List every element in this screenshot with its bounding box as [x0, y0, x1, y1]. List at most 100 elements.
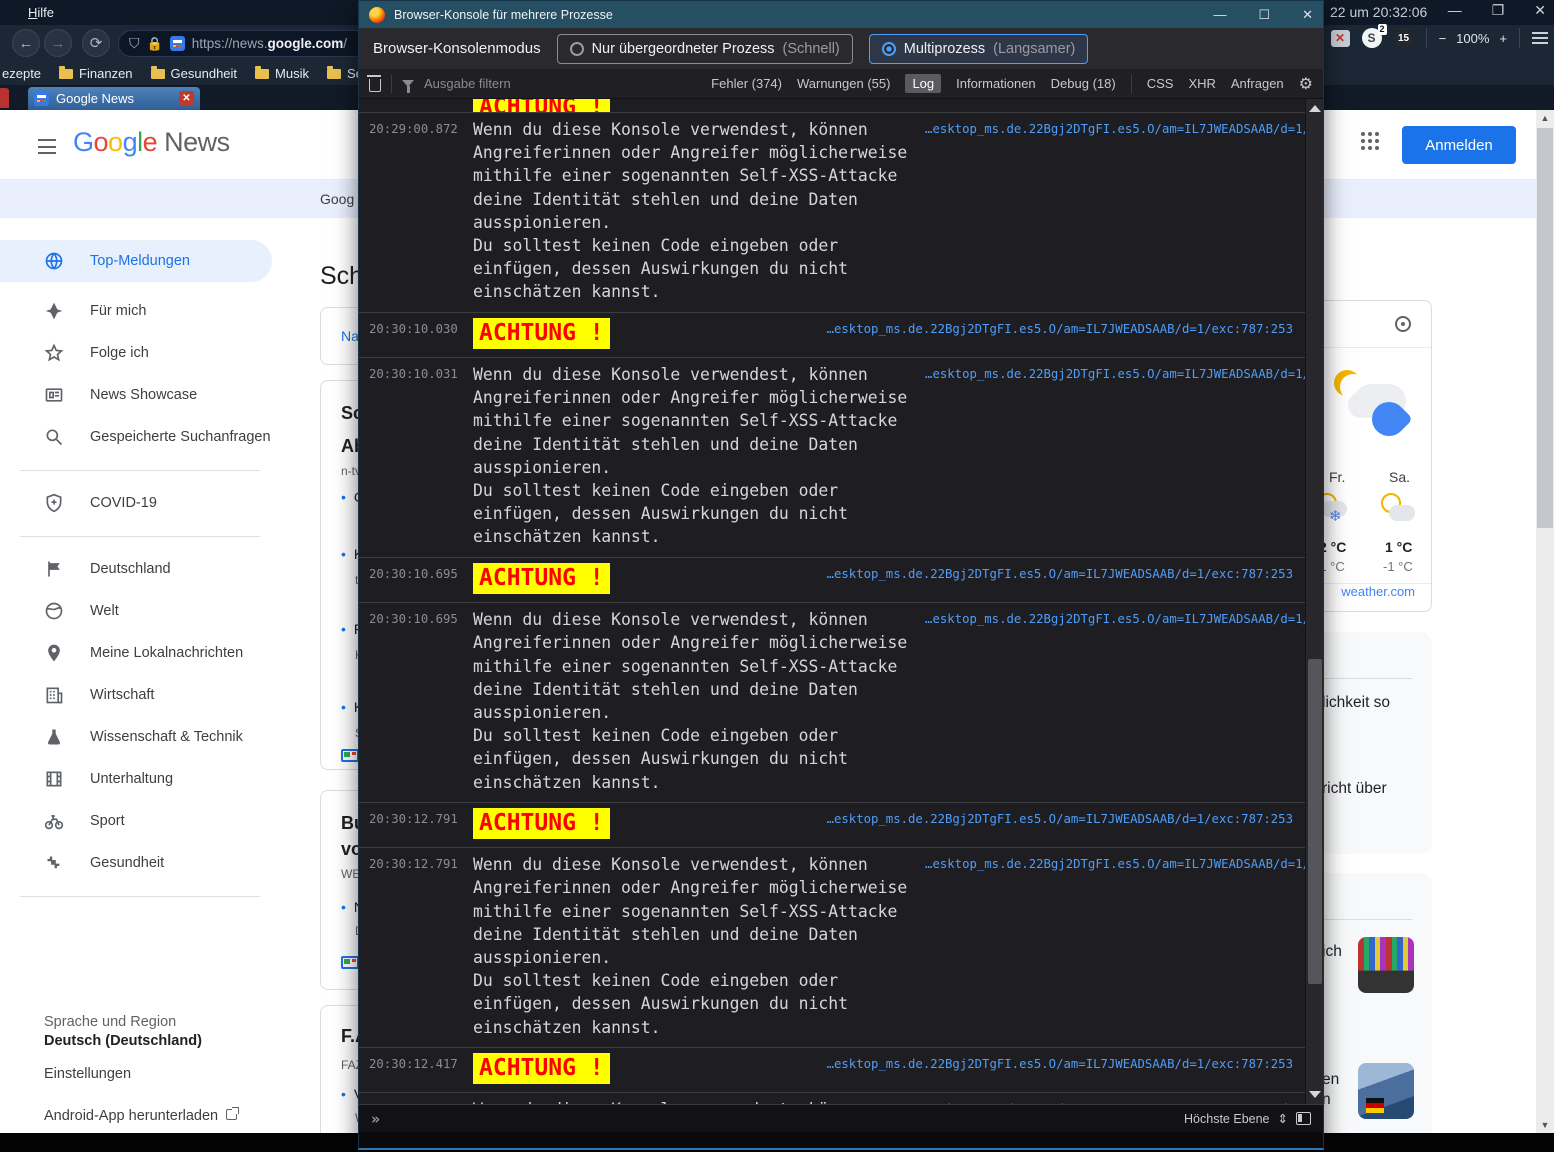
filter-errors[interactable]: Fehler (374) — [711, 76, 782, 91]
sidebar-item-android-app[interactable]: Android-App herunterladen — [44, 1107, 240, 1124]
url-bar[interactable]: ⛉ 🔒 https://news.google.com/ — [118, 30, 388, 57]
sidebar-item-wirtschaft[interactable]: Wirtschaft — [0, 674, 272, 716]
google-news-logo[interactable]: Google News — [73, 127, 230, 158]
scroll-up-icon[interactable]: ▲ — [1536, 110, 1554, 126]
radio-multiprocess[interactable]: Multiprozess (Langsamer) — [868, 33, 1089, 64]
zoom-in-button[interactable]: + — [1499, 31, 1507, 46]
tab-close-icon[interactable]: ✕ — [179, 91, 194, 106]
extension-x-icon[interactable]: ✕ — [1330, 29, 1350, 47]
context-selector[interactable]: Höchste Ebene — [1184, 1112, 1269, 1126]
maximize-icon[interactable]: ☐ — [1258, 7, 1270, 23]
location-icon[interactable] — [1395, 316, 1411, 332]
clear-console-icon[interactable] — [367, 74, 381, 92]
card-link-fragment[interactable]: Na — [341, 328, 359, 344]
weather-source-link[interactable]: weather.com — [1341, 584, 1415, 599]
split-pane-icon[interactable] — [1296, 1112, 1311, 1125]
headline-fragment[interactable]: en — [1322, 1071, 1339, 1089]
source-link[interactable]: …esktop_ms.de.22Bgj2DTgFI.es5.O/am=IL7JW… — [827, 563, 1293, 594]
console-titlebar[interactable]: Browser-Konsole für mehrere Prozesse — ☐… — [359, 1, 1323, 28]
sidebar-item-deutschland[interactable]: Deutschland — [0, 548, 272, 590]
sidebar-item-gesundheit[interactable]: Gesundheit — [0, 842, 272, 884]
console-log[interactable]: ACHTUNG ! 20:29:00.872 Wenn du diese Kon… — [359, 99, 1323, 1104]
filter-log[interactable]: Log — [905, 74, 942, 93]
filter-input[interactable]: Ausgabe filtern — [424, 76, 511, 91]
close-icon[interactable]: ✕ — [1302, 7, 1313, 23]
back-icon[interactable]: ← — [12, 29, 40, 57]
article-thumbnail[interactable] — [1358, 937, 1414, 993]
scroll-down-icon[interactable] — [1309, 1091, 1321, 1098]
bookmark-folder[interactable]: Gesundheit — [150, 65, 237, 81]
source-link[interactable]: …esktop_ms.de.22Bgj2DTgFI.es5.O/am=IL7JW… — [925, 1098, 1323, 1104]
close-icon[interactable]: ✕ — [1534, 2, 1546, 19]
log-row-warning[interactable]: 20:30:10.695 ACHTUNG ! …esktop_ms.de.22B… — [359, 556, 1323, 602]
source-link[interactable]: …esktop_ms.de.22Bgj2DTgFI.es5.O/am=IL7JW… — [925, 363, 1323, 549]
partial-tab-close[interactable] — [0, 88, 9, 108]
zoom-level[interactable]: 100% — [1456, 31, 1489, 46]
log-row-warning[interactable]: 20:30:12.417 ACHTUNG ! …esktop_ms.de.22B… — [359, 1046, 1323, 1092]
sidebar-item-einstellungen[interactable]: Einstellungen — [44, 1066, 131, 1082]
tab-google-news[interactable]: Google News ✕ — [28, 87, 200, 110]
menu-help[interactable]: HHilfeilfe — [18, 5, 64, 20]
sidebar-item-sport[interactable]: Sport — [0, 800, 272, 842]
bookmark-folder[interactable]: Musik — [255, 65, 309, 81]
source-link[interactable]: …esktop_ms.de.22Bgj2DTgFI.es5.O/am=IL7JW… — [827, 808, 1293, 839]
sidebar-item-wissenschaft-technik[interactable]: Wissenschaft & Technik — [0, 716, 272, 758]
filter-info[interactable]: Informationen — [956, 76, 1036, 91]
bookmark-folder[interactable]: ezepte — [2, 66, 41, 81]
log-row-warning[interactable]: ACHTUNG ! — [359, 99, 1323, 112]
forward-icon[interactable]: → — [44, 29, 72, 57]
source-link[interactable]: …esktop_ms.de.22Bgj2DTgFI.es5.O/am=IL7JW… — [827, 1053, 1293, 1084]
source-link[interactable]: …esktop_ms.de.22Bgj2DTgFI.es5.O/am=IL7JW… — [827, 318, 1293, 349]
headline-fragment[interactable]: lichkeit so — [1322, 694, 1390, 712]
filter-xhr[interactable]: XHR — [1188, 76, 1215, 91]
radio-parent-process[interactable]: Nur übergeordneter Prozess (Schnell) — [556, 33, 853, 64]
zoom-out-button[interactable]: − — [1439, 31, 1447, 46]
sidebar-item-lokalnachrichten[interactable]: Meine Lokalnachrichten — [0, 632, 272, 674]
signin-button[interactable]: Anmelden — [1402, 126, 1516, 164]
filter-warnings[interactable]: Warnungen (55) — [797, 76, 890, 91]
sidebar-item-unterhaltung[interactable]: Unterhaltung — [0, 758, 272, 800]
console-input-bar[interactable]: » Höchste Ebene ⇕ — [359, 1104, 1323, 1132]
scroll-up-icon[interactable] — [1309, 105, 1321, 112]
ublock-icon[interactable]: 15 — [1393, 28, 1414, 48]
log-row-message[interactable]: 20:30:12.417 Wenn du diese Konsole verwe… — [359, 1092, 1323, 1104]
input-prompt[interactable]: » — [371, 1110, 380, 1128]
bookmark-folder[interactable]: Finanzen — [59, 65, 133, 81]
sidebar-item-fuer-mich[interactable]: Für mich — [0, 290, 272, 332]
source-link[interactable]: …esktop_ms.de.22Bgj2DTgFI.es5.O/am=IL7JW… — [925, 608, 1323, 794]
sidebar-item-top-meldungen[interactable]: Top-Meldungen — [0, 240, 272, 282]
tracking-shield-icon[interactable]: ⛉ — [129, 35, 140, 52]
scroll-down-icon[interactable]: ▼ — [1536, 1117, 1554, 1133]
console-scrollbar[interactable] — [1305, 99, 1323, 1104]
log-row-warning[interactable]: 20:30:10.030 ACHTUNG ! …esktop_ms.de.22B… — [359, 311, 1323, 357]
filter-debug[interactable]: Debug (18) — [1051, 76, 1116, 91]
menu-icon[interactable] — [1532, 32, 1548, 44]
filter-css[interactable]: CSS — [1147, 76, 1174, 91]
sidebar-item-folge-ich[interactable]: Folge ich — [0, 332, 272, 374]
gear-icon[interactable]: ⚙ — [1299, 74, 1313, 94]
log-row-warning[interactable]: 20:30:12.791 ACHTUNG ! …esktop_ms.de.22B… — [359, 801, 1323, 847]
filter-requests[interactable]: Anfragen — [1231, 76, 1284, 91]
log-row-message[interactable]: 20:30:10.031 Wenn du diese Konsole verwe… — [359, 357, 1323, 557]
scrollbar-thumb[interactable] — [1308, 659, 1322, 984]
log-row-message[interactable]: 20:30:10.695 Wenn du diese Konsole verwe… — [359, 602, 1323, 802]
restore-icon[interactable]: ❐ — [1492, 2, 1505, 19]
article-thumbnail[interactable] — [1358, 1063, 1414, 1119]
source-link[interactable]: …esktop_ms.de.22Bgj2DTgFI.es5.O/am=IL7JW… — [925, 853, 1323, 1039]
headline-fragment[interactable]: ich — [1322, 943, 1342, 961]
sidebar-item-gespeicherte-suchanfragen[interactable]: Gespeicherte Suchanfragen — [0, 416, 272, 458]
log-row-message[interactable]: 20:29:00.872 Wenn du diese Konsole verwe… — [359, 112, 1323, 312]
language-value[interactable]: Deutsch (Deutschland) — [44, 1033, 202, 1049]
log-row-message[interactable]: 20:30:12.791 Wenn du diese Konsole verwe… — [359, 847, 1323, 1047]
source-link[interactable]: …esktop_ms.de.22Bgj2DTgFI.es5.O/am=IL7JW… — [925, 118, 1323, 304]
sidebar-item-news-showcase[interactable]: News Showcase — [0, 374, 272, 416]
scrollbar-thumb[interactable] — [1537, 128, 1553, 528]
apps-grid-icon[interactable] — [1361, 132, 1381, 152]
reload-icon[interactable]: ⟳ — [82, 29, 110, 57]
sidebar-item-welt[interactable]: Welt — [0, 590, 272, 632]
headline-fragment[interactable]: richt über — [1322, 780, 1387, 798]
hamburger-icon[interactable] — [33, 134, 61, 159]
page-scrollbar[interactable]: ▲ ▼ — [1536, 110, 1554, 1133]
ghostery-icon[interactable]: S2 — [1361, 24, 1387, 48]
minimize-icon[interactable]: — — [1448, 2, 1462, 19]
